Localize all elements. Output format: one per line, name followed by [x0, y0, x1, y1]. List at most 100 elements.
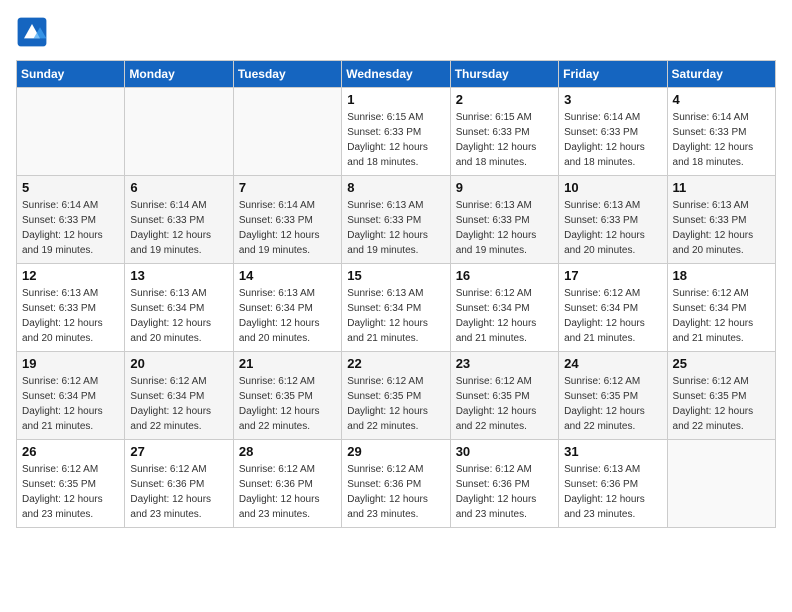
calendar-cell: 6 Sunrise: 6:14 AM Sunset: 6:33 PM Daylig…: [125, 176, 233, 264]
calendar-cell: 13 Sunrise: 6:13 AM Sunset: 6:34 PM Dayli…: [125, 264, 233, 352]
day-number: 20: [130, 356, 227, 371]
calendar-cell: 23Sunrise: 6:12 AM Sunset: 6:35 PM Dayli…: [450, 352, 558, 440]
calendar-cell: [667, 440, 775, 528]
day-info: Sunrise: 6:15 AM Sunset: 6:33 PM Dayligh…: [456, 110, 553, 170]
day-number: 18: [673, 268, 770, 283]
calendar-cell: [125, 88, 233, 176]
calendar-cell: 15 Sunrise: 6:13 AM Sunset: 6:34 PM Dayli…: [342, 264, 450, 352]
day-info: Sunrise: 6:12 AM Sunset: 6:35 PM Dayligh…: [22, 462, 119, 522]
calendar-cell: 12Sunrise: 6:13 AM Sunset: 6:33 PM Dayli…: [17, 264, 125, 352]
calendar-cell: 3Sunrise: 6:14 AM Sunset: 6:33 PM Daylig…: [559, 88, 667, 176]
day-info: Sunrise: 6:13 AM Sunset: 6:33 PM Dayligh…: [456, 198, 553, 258]
day-info: Sunrise: 6:13 AM Sunset: 6:36 PM Dayligh…: [564, 462, 661, 522]
day-number: 9: [456, 180, 553, 195]
calendar-cell: [233, 88, 341, 176]
day-info: Sunrise: 6:15 AM Sunset: 6:33 PM Dayligh…: [347, 110, 444, 170]
weekday-header-wednesday: Wednesday: [342, 61, 450, 88]
day-number: 15: [347, 268, 444, 283]
calendar-cell: 22 Sunrise: 6:12 AM Sunset: 6:35 PM Dayli…: [342, 352, 450, 440]
day-number: 4: [673, 92, 770, 107]
calendar-cell: 14Sunrise: 6:13 AM Sunset: 6:34 PM Dayli…: [233, 264, 341, 352]
calendar-week-row: 12Sunrise: 6:13 AM Sunset: 6:33 PM Dayli…: [17, 264, 776, 352]
day-info: Sunrise: 6:14 AM Sunset: 6:33 PM Dayligh…: [673, 110, 770, 170]
calendar-table: SundayMondayTuesdayWednesdayThursdayFrid…: [16, 60, 776, 528]
calendar-cell: [17, 88, 125, 176]
day-number: 24: [564, 356, 661, 371]
calendar-cell: 9 Sunrise: 6:13 AM Sunset: 6:33 PM Daylig…: [450, 176, 558, 264]
calendar-cell: 24 Sunrise: 6:12 AM Sunset: 6:35 PM Dayli…: [559, 352, 667, 440]
day-number: 13: [130, 268, 227, 283]
calendar-week-row: 19Sunrise: 6:12 AM Sunset: 6:34 PM Dayli…: [17, 352, 776, 440]
calendar-week-row: 1 Sunrise: 6:15 AM Sunset: 6:33 PM Daylig…: [17, 88, 776, 176]
day-number: 29: [347, 444, 444, 459]
day-number: 1: [347, 92, 444, 107]
day-info: Sunrise: 6:14 AM Sunset: 6:33 PM Dayligh…: [564, 110, 661, 170]
day-number: 5: [22, 180, 119, 195]
day-info: Sunrise: 6:13 AM Sunset: 6:33 PM Dayligh…: [673, 198, 770, 258]
calendar-body: 1 Sunrise: 6:15 AM Sunset: 6:33 PM Daylig…: [17, 88, 776, 528]
day-info: Sunrise: 6:12 AM Sunset: 6:36 PM Dayligh…: [456, 462, 553, 522]
day-number: 2: [456, 92, 553, 107]
calendar-cell: 19Sunrise: 6:12 AM Sunset: 6:34 PM Dayli…: [17, 352, 125, 440]
day-number: 7: [239, 180, 336, 195]
calendar-week-row: 5 Sunrise: 6:14 AM Sunset: 6:33 PM Daylig…: [17, 176, 776, 264]
weekday-header-sunday: Sunday: [17, 61, 125, 88]
calendar-cell: 16 Sunrise: 6:12 AM Sunset: 6:34 PM Dayli…: [450, 264, 558, 352]
day-info: Sunrise: 6:14 AM Sunset: 6:33 PM Dayligh…: [130, 198, 227, 258]
calendar-cell: 29 Sunrise: 6:12 AM Sunset: 6:36 PM Dayli…: [342, 440, 450, 528]
calendar-cell: 30 Sunrise: 6:12 AM Sunset: 6:36 PM Dayli…: [450, 440, 558, 528]
day-number: 25: [673, 356, 770, 371]
day-number: 8: [347, 180, 444, 195]
calendar-cell: 18Sunrise: 6:12 AM Sunset: 6:34 PM Dayli…: [667, 264, 775, 352]
day-number: 22: [347, 356, 444, 371]
day-number: 17: [564, 268, 661, 283]
page-header: [16, 16, 776, 48]
day-number: 26: [22, 444, 119, 459]
day-info: Sunrise: 6:12 AM Sunset: 6:35 PM Dayligh…: [239, 374, 336, 434]
calendar-cell: 21 Sunrise: 6:12 AM Sunset: 6:35 PM Dayli…: [233, 352, 341, 440]
calendar-header: SundayMondayTuesdayWednesdayThursdayFrid…: [17, 61, 776, 88]
day-number: 11: [673, 180, 770, 195]
day-info: Sunrise: 6:12 AM Sunset: 6:34 PM Dayligh…: [22, 374, 119, 434]
day-info: Sunrise: 6:12 AM Sunset: 6:35 PM Dayligh…: [564, 374, 661, 434]
calendar-cell: 17 Sunrise: 6:12 AM Sunset: 6:34 PM Dayli…: [559, 264, 667, 352]
calendar-cell: 31 Sunrise: 6:13 AM Sunset: 6:36 PM Dayli…: [559, 440, 667, 528]
day-info: Sunrise: 6:13 AM Sunset: 6:33 PM Dayligh…: [564, 198, 661, 258]
weekday-header-row: SundayMondayTuesdayWednesdayThursdayFrid…: [17, 61, 776, 88]
day-info: Sunrise: 6:13 AM Sunset: 6:34 PM Dayligh…: [239, 286, 336, 346]
calendar-cell: 26 Sunrise: 6:12 AM Sunset: 6:35 PM Dayli…: [17, 440, 125, 528]
day-info: Sunrise: 6:12 AM Sunset: 6:35 PM Dayligh…: [456, 374, 553, 434]
weekday-header-saturday: Saturday: [667, 61, 775, 88]
day-info: Sunrise: 6:12 AM Sunset: 6:35 PM Dayligh…: [347, 374, 444, 434]
day-number: 30: [456, 444, 553, 459]
calendar-cell: 7Sunrise: 6:14 AM Sunset: 6:33 PM Daylig…: [233, 176, 341, 264]
day-info: Sunrise: 6:14 AM Sunset: 6:33 PM Dayligh…: [22, 198, 119, 258]
day-info: Sunrise: 6:12 AM Sunset: 6:36 PM Dayligh…: [239, 462, 336, 522]
day-info: Sunrise: 6:13 AM Sunset: 6:34 PM Dayligh…: [347, 286, 444, 346]
logo: [16, 16, 52, 48]
day-info: Sunrise: 6:12 AM Sunset: 6:36 PM Dayligh…: [347, 462, 444, 522]
day-info: Sunrise: 6:13 AM Sunset: 6:34 PM Dayligh…: [130, 286, 227, 346]
day-info: Sunrise: 6:12 AM Sunset: 6:34 PM Dayligh…: [564, 286, 661, 346]
day-number: 21: [239, 356, 336, 371]
calendar-cell: 10Sunrise: 6:13 AM Sunset: 6:33 PM Dayli…: [559, 176, 667, 264]
calendar-cell: 5 Sunrise: 6:14 AM Sunset: 6:33 PM Daylig…: [17, 176, 125, 264]
day-number: 27: [130, 444, 227, 459]
calendar-cell: 2 Sunrise: 6:15 AM Sunset: 6:33 PM Daylig…: [450, 88, 558, 176]
day-number: 12: [22, 268, 119, 283]
day-info: Sunrise: 6:12 AM Sunset: 6:34 PM Dayligh…: [130, 374, 227, 434]
day-number: 16: [456, 268, 553, 283]
weekday-header-tuesday: Tuesday: [233, 61, 341, 88]
day-info: Sunrise: 6:12 AM Sunset: 6:34 PM Dayligh…: [456, 286, 553, 346]
calendar-week-row: 26 Sunrise: 6:12 AM Sunset: 6:35 PM Dayli…: [17, 440, 776, 528]
calendar-cell: 20 Sunrise: 6:12 AM Sunset: 6:34 PM Dayli…: [125, 352, 233, 440]
day-number: 31: [564, 444, 661, 459]
calendar-cell: 4 Sunrise: 6:14 AM Sunset: 6:33 PM Daylig…: [667, 88, 775, 176]
weekday-header-thursday: Thursday: [450, 61, 558, 88]
logo-icon: [16, 16, 48, 48]
day-number: 6: [130, 180, 227, 195]
weekday-header-monday: Monday: [125, 61, 233, 88]
calendar-cell: 27 Sunrise: 6:12 AM Sunset: 6:36 PM Dayli…: [125, 440, 233, 528]
weekday-header-friday: Friday: [559, 61, 667, 88]
day-info: Sunrise: 6:12 AM Sunset: 6:36 PM Dayligh…: [130, 462, 227, 522]
